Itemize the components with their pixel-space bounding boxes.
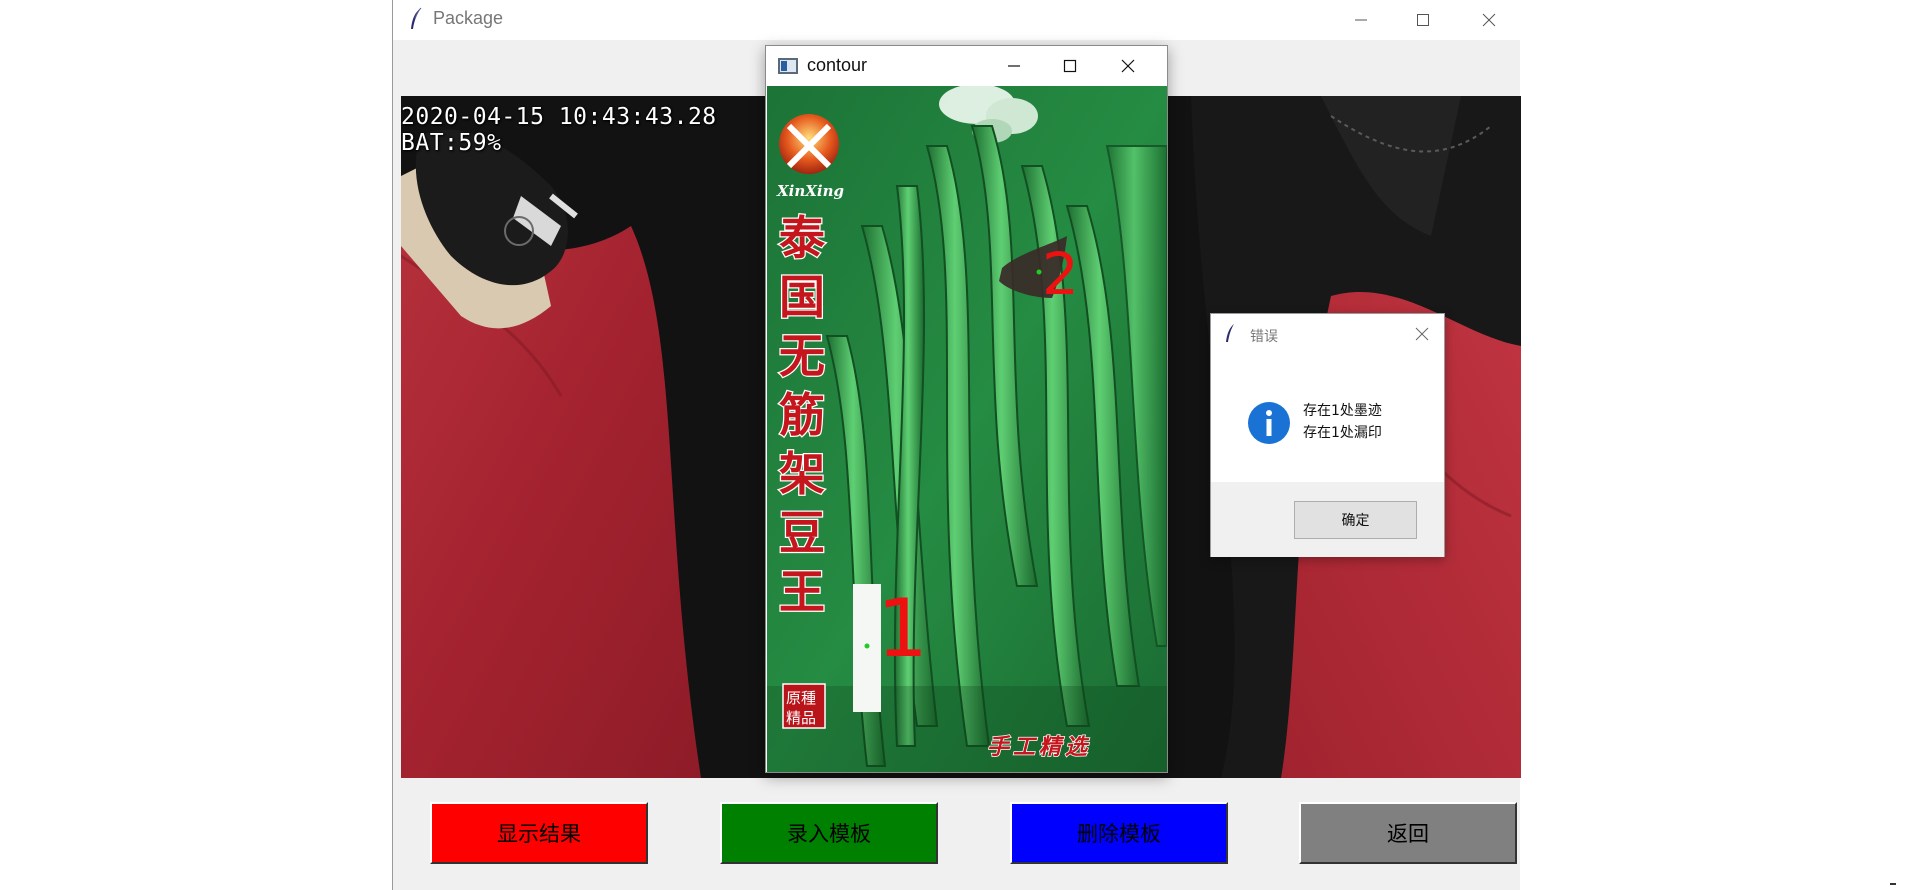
- brand-logo-text: XinXing: [776, 182, 844, 200]
- contour-titlebar[interactable]: contour: [766, 46, 1167, 86]
- contour-window: contour XinXing 泰 国 无 筋 架 豆 王 原種 精品 手工精选…: [765, 45, 1168, 773]
- product-name-char: 豆: [779, 506, 825, 560]
- camera-battery: BAT:59%: [401, 130, 502, 156]
- screen-artifact: [1890, 883, 1896, 885]
- info-icon: [1248, 402, 1290, 444]
- dialog-footer: 确定: [1211, 482, 1444, 557]
- tagline: 手工精选: [987, 734, 1091, 760]
- contour-close-button[interactable]: [1100, 46, 1156, 86]
- close-icon: [1121, 59, 1135, 73]
- delete-template-button[interactable]: 删除模板: [1010, 802, 1228, 864]
- product-name-char: 王: [779, 565, 825, 619]
- product-name-char: 泰: [779, 211, 826, 265]
- action-button-row: 显示结果 录入模板 删除模板 返回: [393, 778, 1520, 890]
- defect-2-label: 2: [1042, 240, 1079, 308]
- dialog-messages: 存在1处墨迹 存在1处漏印: [1303, 400, 1382, 444]
- contour-minimize-button[interactable]: [986, 46, 1042, 86]
- product-name-char: 无: [779, 329, 825, 383]
- feather-icon: [1226, 324, 1234, 342]
- back-button[interactable]: 返回: [1299, 802, 1517, 864]
- close-icon: [1482, 13, 1496, 27]
- camera-timestamp: 2020-04-15 10:43:43.28: [401, 104, 717, 130]
- minimize-button[interactable]: [1331, 0, 1391, 40]
- defect-1-label: 1: [877, 582, 928, 675]
- window-title: Package: [433, 8, 504, 28]
- product-name: 泰国无筋架豆王: [778, 210, 828, 621]
- dialog-message-line: 存在1处墨迹: [1303, 403, 1382, 419]
- close-icon: [1415, 327, 1429, 341]
- defect-2-marker: [1036, 269, 1042, 275]
- minimize-icon: [1008, 65, 1020, 67]
- defect-1-marker: [864, 643, 870, 649]
- record-template-button[interactable]: 录入模板: [720, 802, 938, 864]
- dialog-close-button[interactable]: [1400, 314, 1444, 354]
- minimize-icon: [1355, 19, 1367, 21]
- feather-icon: [411, 7, 422, 29]
- window-titlebar[interactable]: Package: [393, 0, 1520, 40]
- seed-package-image: XinXing 泰国无筋架豆王 原種 精品 手工精选 2 1: [767, 86, 1167, 772]
- seal-text-top: 原種: [786, 689, 816, 707]
- maximize-icon: [1417, 14, 1429, 26]
- contour-window-title: contour: [807, 55, 868, 75]
- dialog-titlebar[interactable]: 错误: [1211, 314, 1444, 354]
- product-name-char: 筋: [779, 388, 825, 442]
- product-name-char: 国: [779, 270, 825, 324]
- product-name-char: 架: [779, 447, 825, 501]
- error-dialog: 错误 存在1处墨迹 存在1处漏印 确定: [1210, 313, 1445, 557]
- maximize-icon: [1063, 59, 1077, 73]
- opencv-window-icon: [778, 58, 798, 74]
- show-result-button[interactable]: 显示结果: [430, 802, 648, 864]
- close-button[interactable]: [1459, 0, 1519, 40]
- contour-maximize-button[interactable]: [1042, 46, 1098, 86]
- dialog-title: 错误: [1250, 329, 1278, 345]
- ok-button[interactable]: 确定: [1294, 501, 1417, 539]
- seal-text-bottom: 精品: [786, 709, 816, 727]
- maximize-button[interactable]: [1393, 0, 1453, 40]
- dialog-message-line: 存在1处漏印: [1303, 425, 1382, 441]
